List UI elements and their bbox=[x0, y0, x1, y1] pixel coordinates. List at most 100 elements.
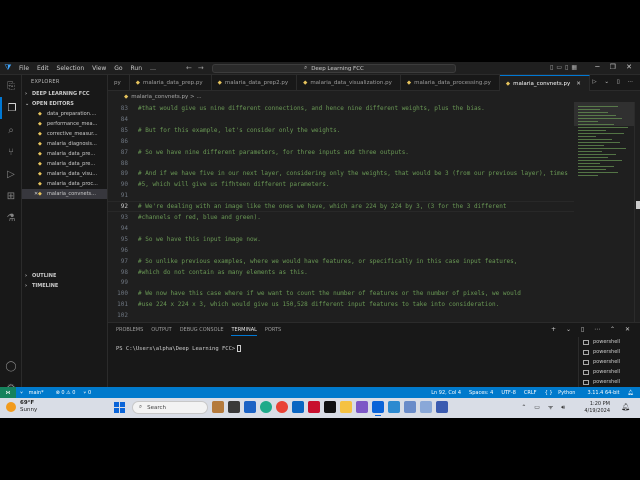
photos-icon[interactable] bbox=[388, 401, 400, 413]
menu-selection[interactable]: Selection bbox=[57, 65, 85, 72]
tab-ports[interactable]: PORTS bbox=[265, 325, 281, 335]
code-line[interactable]: 83 #that would give us nine different con… bbox=[108, 104, 574, 113]
command-center[interactable]: ⌕ Deep Learning FCC bbox=[212, 64, 456, 73]
tab-output[interactable]: OUTPUT bbox=[151, 325, 171, 335]
terminal-instance[interactable]: powershell bbox=[579, 367, 640, 377]
timeline-section[interactable]: › TIMELINE bbox=[22, 281, 108, 291]
menu-go[interactable]: Go bbox=[114, 65, 122, 72]
windows-start-icon[interactable] bbox=[114, 402, 125, 413]
store-icon[interactable] bbox=[356, 401, 368, 413]
python-interpreter[interactable]: 3.11.4 64-bit bbox=[587, 390, 619, 396]
code-line[interactable]: 86 bbox=[108, 137, 574, 146]
tab-terminal[interactable]: TERMINAL bbox=[231, 325, 257, 336]
branch-status[interactable]: ⑂ main* bbox=[20, 390, 48, 396]
nav-arrows[interactable]: ←→ bbox=[186, 64, 210, 72]
panel-actions-icons[interactable]: + ⌄ ▯ ⋯ ⌃ ✕ bbox=[551, 326, 634, 333]
tab-debug-console[interactable]: DEBUG CONSOLE bbox=[180, 325, 224, 335]
taskbar-search[interactable]: ⌕ Search bbox=[132, 401, 208, 414]
encoding[interactable]: UTF-8 bbox=[501, 390, 516, 396]
code-line[interactable]: 97 # So unlike previous examples, where w… bbox=[108, 257, 574, 266]
code-line[interactable]: 90 #5, which will give us fifhteen differ… bbox=[108, 180, 574, 189]
notification-bell-icon[interactable]: 🔔︎ bbox=[621, 403, 630, 411]
folder-icon[interactable] bbox=[340, 401, 352, 413]
tab-malaria-data-processing[interactable]: ◆ malaria_data_processing.py bbox=[401, 75, 500, 91]
code-line[interactable]: 95 # So we have this input image now. bbox=[108, 235, 574, 244]
mcafee-icon[interactable] bbox=[308, 401, 320, 413]
terminal-instance[interactable]: powershell bbox=[579, 337, 640, 347]
open-editor-item[interactable]: ◆ malaria_data_visu... bbox=[22, 169, 107, 179]
editor-actions-icons[interactable]: ▷ ⌄ ▯ ⋯ bbox=[592, 79, 636, 85]
code-line[interactable]: 85 # But for this example, let's consider… bbox=[108, 126, 574, 135]
code-line[interactable]: 96 bbox=[108, 246, 574, 255]
explorer-app-icon[interactable] bbox=[324, 401, 336, 413]
vscode-taskbar-icon[interactable] bbox=[372, 401, 384, 416]
task-view-icon[interactable] bbox=[228, 401, 240, 413]
pen-app-2-icon[interactable] bbox=[420, 401, 432, 413]
code-line[interactable]: 98 #which do not contain as many elements… bbox=[108, 268, 574, 277]
code-line[interactable]: 84 bbox=[108, 115, 574, 124]
widget-app-icon[interactable] bbox=[212, 401, 224, 413]
code-line[interactable]: 94 bbox=[108, 224, 574, 233]
language-mode[interactable]: { } Python bbox=[545, 390, 580, 396]
tab-malaria-data-visualization[interactable]: ◆ malaria_data_visualization.py bbox=[297, 75, 401, 91]
bell-icon[interactable]: 🔔︎ bbox=[628, 390, 634, 396]
code-line[interactable]: 89 # And if we have five in our next laye… bbox=[108, 169, 574, 178]
open-editor-item[interactable]: ◆ malaria_diagnosis... bbox=[22, 139, 107, 149]
window-controls[interactable]: ─ ❐ ✕ bbox=[595, 63, 636, 71]
close-icon[interactable]: ✕ bbox=[576, 81, 581, 87]
cursor-position[interactable]: Ln 92, Col 4 bbox=[431, 390, 461, 396]
menu-run[interactable]: Run bbox=[131, 65, 143, 72]
source-control-icon[interactable]: ⑂ bbox=[0, 141, 22, 163]
menu-file[interactable]: File bbox=[19, 65, 29, 72]
breadcrumb[interactable]: ◆ malaria_convnets.py > ... bbox=[108, 91, 640, 102]
terminal-instance[interactable]: powershell bbox=[579, 347, 640, 357]
editor-scrollbar[interactable] bbox=[634, 102, 640, 322]
remote-icon[interactable]: ⋈ bbox=[0, 387, 16, 398]
open-editor-item[interactable]: ◆ corrective_measur... bbox=[22, 129, 107, 139]
open-editor-item[interactable]: ◆ malaria_data_pre... bbox=[22, 149, 107, 159]
open-editor-item[interactable]: ◆ malaria_data_proc... bbox=[22, 179, 107, 189]
linkedin-learning-icon[interactable] bbox=[292, 401, 304, 413]
testing-icon[interactable]: ⚗ bbox=[0, 207, 22, 229]
open-editor-item[interactable]: ◆ data_preparation.... bbox=[22, 109, 107, 119]
code-line[interactable]: 88 bbox=[108, 159, 574, 168]
system-tray-icons[interactable]: ⌃ ▭ ᯤ 🔊︎ bbox=[521, 403, 568, 412]
whiteboard-icon[interactable] bbox=[436, 401, 448, 413]
account-icon[interactable]: ◯ bbox=[0, 355, 22, 377]
code-line[interactable]: 91 bbox=[108, 191, 574, 200]
open-editor-item[interactable]: ◆ performance_mea... bbox=[22, 119, 107, 129]
extensions-icon[interactable]: ⊞ bbox=[0, 185, 22, 207]
tab-problems[interactable]: PROBLEMS bbox=[116, 325, 143, 335]
pen-app-icon[interactable] bbox=[404, 401, 416, 413]
explorer-icon[interactable]: ❐ bbox=[0, 97, 22, 119]
code-line[interactable]: 101 #use 224 x 224 x 3, which would give … bbox=[108, 300, 574, 309]
outlook-icon[interactable] bbox=[244, 401, 256, 413]
terminal-instance[interactable]: powershell bbox=[579, 357, 640, 367]
open-editor-item[interactable]: ◆ malaria_data_pre... bbox=[22, 159, 107, 169]
tab-malaria-convnets[interactable]: ◆ malaria_convnets.py ✕ bbox=[499, 75, 590, 91]
tab-malaria-data-prep[interactable]: ◆ malaria_data_prep.py bbox=[130, 75, 212, 91]
workspace-root[interactable]: › DEEP LEARNING FCC bbox=[22, 89, 107, 99]
code-line[interactable]: 87 # So we have nine different parameters… bbox=[108, 148, 574, 157]
code-line[interactable]: 99 bbox=[108, 278, 574, 287]
tab-malaria-data-prep2[interactable]: ◆ malaria_data_prep2.py bbox=[212, 75, 298, 91]
edge-icon[interactable] bbox=[260, 401, 272, 413]
run-debug-icon[interactable]: ▷ bbox=[0, 163, 22, 185]
outline-section[interactable]: › OUTLINE bbox=[22, 271, 108, 281]
tab-partial[interactable]: py bbox=[108, 75, 130, 91]
code-line[interactable]: 92 # We're dealing with an image like the… bbox=[108, 201, 574, 213]
menu-more[interactable]: … bbox=[150, 65, 156, 72]
indentation[interactable]: Spaces: 4 bbox=[469, 390, 493, 396]
problems-status[interactable]: ⊗ 0 ⚠ 0 bbox=[56, 390, 76, 396]
files-icon[interactable]: ⎘ bbox=[0, 75, 22, 97]
clock[interactable]: 1:20 PM 4/19/2024 bbox=[584, 401, 610, 415]
ports-status[interactable]: ⑂ 0 bbox=[83, 390, 91, 396]
close-icon[interactable]: ✕ bbox=[34, 191, 38, 197]
code-line[interactable]: 100 # We now have this case where if we w… bbox=[108, 289, 574, 298]
terminal-output[interactable]: PS C:\Users\alpha\Deep Learning FCC> bbox=[116, 345, 242, 352]
code-line[interactable]: 93 #channels of red, blue and green). bbox=[108, 213, 574, 222]
terminal-instance[interactable]: powershell bbox=[579, 377, 640, 387]
code-line[interactable]: 102 bbox=[108, 311, 574, 320]
search-icon[interactable]: ⌕ bbox=[0, 119, 22, 141]
menu-view[interactable]: View bbox=[92, 65, 106, 72]
